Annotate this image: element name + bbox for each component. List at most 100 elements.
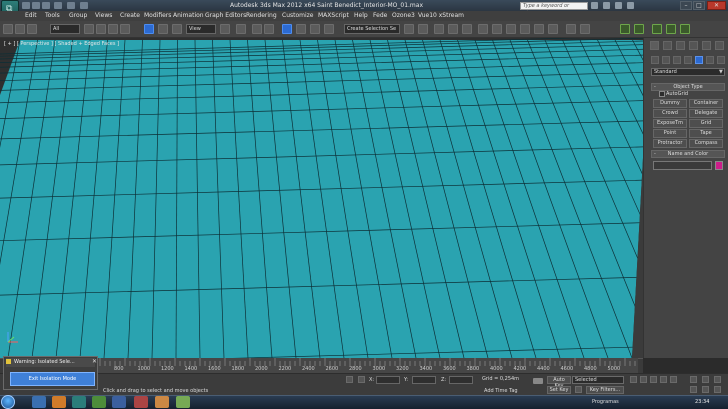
redo-icon[interactable] [67,2,75,9]
menu-edit[interactable]: Edit [25,12,37,19]
select-object-icon[interactable] [84,24,94,34]
favorites-star-icon[interactable] [615,2,622,9]
app-icon[interactable] [92,396,106,408]
new-file-icon[interactable] [22,2,30,9]
menu-views[interactable]: Views [95,12,112,19]
menu-help[interactable]: Help [354,12,368,19]
minimize-button[interactable]: – [680,1,692,10]
vue-tool-2-icon[interactable] [666,24,676,34]
name-and-color-rollout[interactable]: - Name and Color [651,150,725,158]
close-icon[interactable]: ✕ [92,358,97,365]
app-2-icon[interactable] [112,396,126,408]
search-icon[interactable] [591,2,598,9]
render-setup-icon[interactable] [506,24,516,34]
auto-key-button[interactable]: Auto Key [547,376,571,389]
absolute-mode-icon[interactable] [358,376,365,383]
exit-isolation-mode-button[interactable]: Exit Isolation Mode [10,372,95,386]
track-bar[interactable]: 800 1000 1200 1400 1600 1800 2000 2200 2400 2600 2… [98,358,638,373]
zoom-extents-icon[interactable] [714,376,721,383]
orbit-icon[interactable] [714,386,721,393]
window-crossing-icon[interactable] [120,24,130,34]
render-production-icon[interactable] [534,24,544,34]
menu-graph-editors[interactable]: Graph Editors [205,12,246,19]
named-selection-set-dropdown[interactable]: Create Selection Se [344,24,400,34]
protractor-button[interactable]: Protractor [653,139,687,148]
menu-create[interactable]: Create [120,12,140,19]
help-icon[interactable] [627,2,634,9]
keyboard-shortcut-icon[interactable] [252,24,262,34]
3dsmax-taskbar-icon[interactable] [72,396,86,408]
pivot-center-icon[interactable] [220,24,230,34]
exposetm-button[interactable]: ExposeTm [653,119,687,128]
menu-fede[interactable]: Fede [373,12,387,19]
modify-tab-icon[interactable] [663,41,672,50]
systems-icon[interactable] [717,56,725,64]
rendered-frame-window-icon[interactable] [520,24,530,34]
align-icon[interactable] [418,24,428,34]
angle-snap-icon[interactable] [282,24,292,34]
select-and-move-icon[interactable] [144,24,154,34]
zoom-all-icon[interactable] [702,376,709,383]
material-editor-icon[interactable] [492,24,502,34]
crowd-button[interactable]: Crowd [653,109,687,118]
menu-maxscript[interactable]: MAXScript [318,12,349,19]
object-type-rollout[interactable]: - Object Type [651,83,725,91]
key-set-dropdown[interactable]: Selected [572,376,624,384]
percent-snap-icon[interactable] [296,24,306,34]
motion-tab-icon[interactable] [689,41,698,50]
menu-tools[interactable]: Tools [45,12,60,19]
menu-group[interactable]: Group [69,12,87,19]
plugin-tool-icon[interactable] [566,24,576,34]
app-5-icon[interactable] [176,396,190,408]
menu-vue-xstream[interactable]: Vue10 xStream [418,12,464,19]
selection-filter-dropdown[interactable]: All [50,24,80,34]
go-to-start-icon[interactable] [630,376,637,383]
space-warps-icon[interactable] [706,56,714,64]
delegate-button[interactable]: Delegate [689,109,723,118]
menu-rendering[interactable]: Rendering [246,12,277,19]
field-of-view-icon[interactable] [690,386,697,393]
reference-coordinate-dropdown[interactable]: View [186,24,216,34]
dummy-button[interactable]: Dummy [653,99,687,108]
select-and-rotate-icon[interactable] [158,24,168,34]
menu-modifiers[interactable]: Modifiers [144,12,171,19]
shapes-icon[interactable] [662,56,670,64]
undo-icon[interactable] [54,2,62,9]
point-button[interactable]: Point [653,129,687,138]
play-icon[interactable] [650,376,657,383]
next-frame-icon[interactable] [660,376,667,383]
object-name-field[interactable] [653,161,712,170]
y-coordinate-field[interactable] [412,376,436,384]
viewport-label[interactable]: [ + ] [ Perspective ] [ Shaded + Edged F… [4,41,119,47]
link-icon[interactable] [27,24,37,34]
lights-icon[interactable] [673,56,681,64]
perspective-viewport[interactable]: [ + ] [ Perspective ] [ Shaded + Edged F… [0,38,643,358]
manipulate-icon[interactable] [236,24,246,34]
redo-icon[interactable] [15,24,25,34]
schematic-view-icon[interactable] [478,24,488,34]
mirror-icon[interactable] [404,24,414,34]
maximize-button[interactable]: □ [693,1,705,10]
utilities-tab-icon[interactable] [715,41,724,50]
select-by-name-icon[interactable] [96,24,106,34]
hierarchy-tab-icon[interactable] [676,41,685,50]
rect-selection-icon[interactable] [108,24,118,34]
x-coordinate-field[interactable] [376,376,400,384]
geometry-icon[interactable] [651,56,659,64]
select-and-scale-icon[interactable] [172,24,182,34]
undo-icon[interactable] [3,24,13,34]
add-time-tag-button[interactable]: Add Time Tag [484,388,518,394]
z-coordinate-field[interactable] [449,376,473,384]
object-category-dropdown[interactable]: Standard [651,68,725,76]
zoom-icon[interactable] [690,376,697,383]
save-file-icon[interactable] [42,2,50,9]
ozone-tool-icon[interactable] [620,24,630,34]
helpers-icon[interactable] [695,56,703,64]
snaps-toggle-icon[interactable] [264,24,274,34]
pan-view-icon[interactable] [702,386,709,393]
cameras-icon[interactable] [684,56,692,64]
media-player-icon[interactable] [52,396,66,408]
menu-ozone3[interactable]: Ozone3 [392,12,415,19]
app-3-icon[interactable] [134,396,148,408]
go-to-end-icon[interactable] [670,376,677,383]
